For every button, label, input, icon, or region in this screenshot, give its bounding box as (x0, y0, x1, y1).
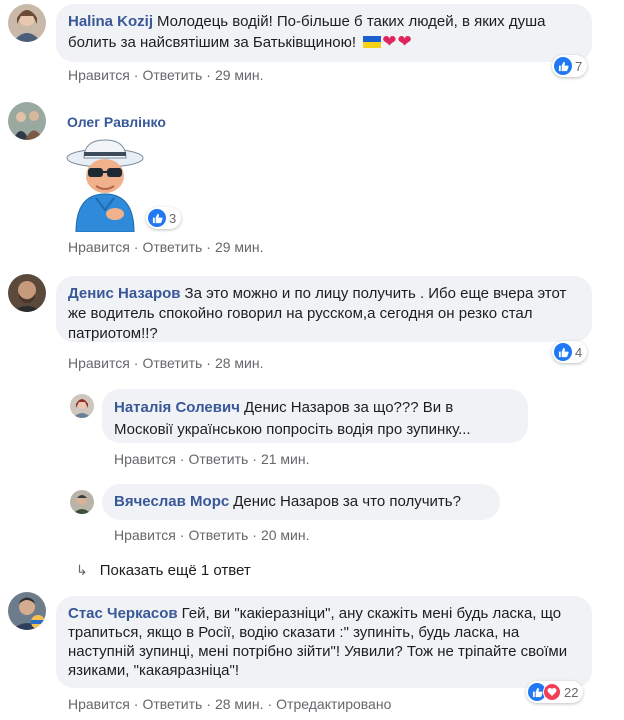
reaction-count: 4 (575, 344, 583, 360)
like-button[interactable]: Нравится (114, 527, 176, 543)
heart-icon: ❤ (397, 32, 412, 51)
comment-time[interactable]: 29 мин. (215, 239, 264, 255)
comment-text: за что получить? (342, 493, 461, 510)
comment-actions: Нравится · Ответить · 20 мин. (114, 527, 310, 543)
show-more-replies-link[interactable]: ↳ Показать ещё 1 ответ (76, 562, 251, 579)
comment-actions: Нравится · Ответить · 21 мин. (114, 451, 310, 467)
edited-label: Отредактировано (276, 696, 392, 712)
comment-time[interactable]: 21 мин. (261, 451, 310, 467)
reaction-summary[interactable]: 4 (552, 341, 588, 363)
like-icon (554, 57, 572, 75)
comment-actions: Нравится · Ответить · 29 мин. (68, 67, 264, 83)
mention-link[interactable]: Денис Назаров (244, 399, 350, 416)
reply-bubble: Наталія Солевич Денис Назаров за що??? Ви … (102, 389, 528, 443)
show-more-label: Показать ещё 1 ответ (99, 562, 251, 579)
comment-author[interactable]: Наталія Солевич (114, 399, 240, 416)
comment-time[interactable]: 28 мин. (215, 696, 264, 712)
avatar-vyacheslav[interactable] (70, 490, 94, 514)
ukraine-flag-icon (363, 36, 382, 48)
comment-author[interactable]: Стас Черкасов (68, 605, 178, 622)
comment-author[interactable]: Олег Равлінко (67, 114, 166, 130)
comment-bubble: Денис Назаров За это можно и по лицу полу… (56, 276, 592, 342)
comment-actions: Нравится · Ответить · 28 мин. (68, 355, 264, 371)
reaction-count: 3 (169, 210, 177, 226)
comment-author[interactable]: Денис Назаров (68, 285, 181, 302)
avatar-oleg[interactable] (8, 102, 46, 140)
reply-arrow-icon: ↳ (76, 562, 88, 578)
reaction-count: 22 (564, 684, 579, 700)
reply-button[interactable]: Ответить (142, 239, 202, 255)
reply-bubble: Вячеслав Морс Денис Назаров за что получит… (102, 484, 500, 520)
comment-actions: Нравится · Ответить · 29 мин. (68, 239, 264, 255)
like-button[interactable]: Нравится (68, 67, 130, 83)
mention-link[interactable]: Денис Назаров (233, 493, 339, 510)
reaction-summary[interactable]: 3 (146, 207, 182, 229)
comment-bubble: Стас Черкасов Гей, ви "какіеразніци", ану… (56, 596, 592, 688)
heart-icon: ❤ (382, 32, 397, 51)
comment-actions: Нравится · Ответить · 28 мин. · Отредактирован… (68, 696, 392, 712)
like-button[interactable]: Нравится (114, 451, 176, 467)
like-button[interactable]: Нравится (68, 696, 130, 712)
like-icon (148, 209, 166, 227)
like-icon (554, 343, 572, 361)
reply-button[interactable]: Ответить (142, 67, 202, 83)
reaction-summary[interactable]: 22 (526, 681, 584, 703)
avatar-stas[interactable] (8, 592, 46, 630)
cool-grandpa-sticker (62, 136, 148, 233)
like-button[interactable]: Нравится (68, 355, 130, 371)
reply-button[interactable]: Ответить (188, 451, 248, 467)
comment-time[interactable]: 29 мин. (215, 67, 264, 83)
comment-author[interactable]: Вячеслав Морс (114, 493, 229, 510)
reply-button[interactable]: Ответить (142, 355, 202, 371)
reaction-count: 7 (575, 58, 583, 74)
love-icon (543, 683, 561, 701)
comment-bubble: Halina Kozij Молодець водій! По-більше б … (56, 4, 592, 62)
comment-author[interactable]: Halina Kozij (68, 13, 153, 30)
reply-button[interactable]: Ответить (142, 696, 202, 712)
avatar-natalia[interactable] (70, 394, 94, 418)
reaction-summary[interactable]: 7 (552, 55, 588, 77)
comment-time[interactable]: 20 мин. (261, 527, 310, 543)
like-button[interactable]: Нравится (68, 239, 130, 255)
avatar-denis[interactable] (8, 274, 46, 312)
reply-button[interactable]: Ответить (188, 527, 248, 543)
avatar-halina[interactable] (8, 4, 46, 42)
comment-time[interactable]: 28 мин. (215, 355, 264, 371)
